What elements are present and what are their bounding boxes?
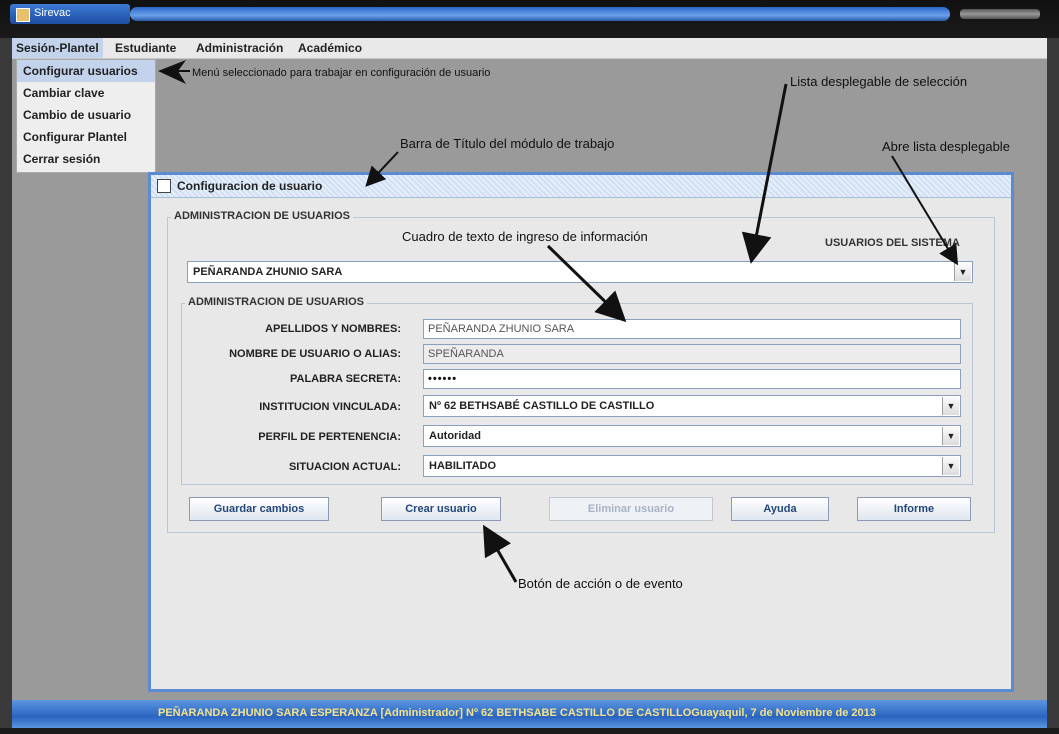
arrow-barra-icon [365,151,399,187]
arrow-abre-icon [891,155,959,266]
arrow-lista-icon [741,83,788,264]
status-text: PEÑARANDA ZHUNIO SARA ESPERANZA [Adminis… [158,707,876,719]
arrow-boton-icon [483,524,518,583]
bottom-edge [0,728,1059,734]
status-bar: PEÑARANDA ZHUNIO SARA ESPERANZA [Adminis… [12,700,1047,728]
annotation-arrows [158,60,959,583]
arrow-cuadro-icon [546,244,627,323]
